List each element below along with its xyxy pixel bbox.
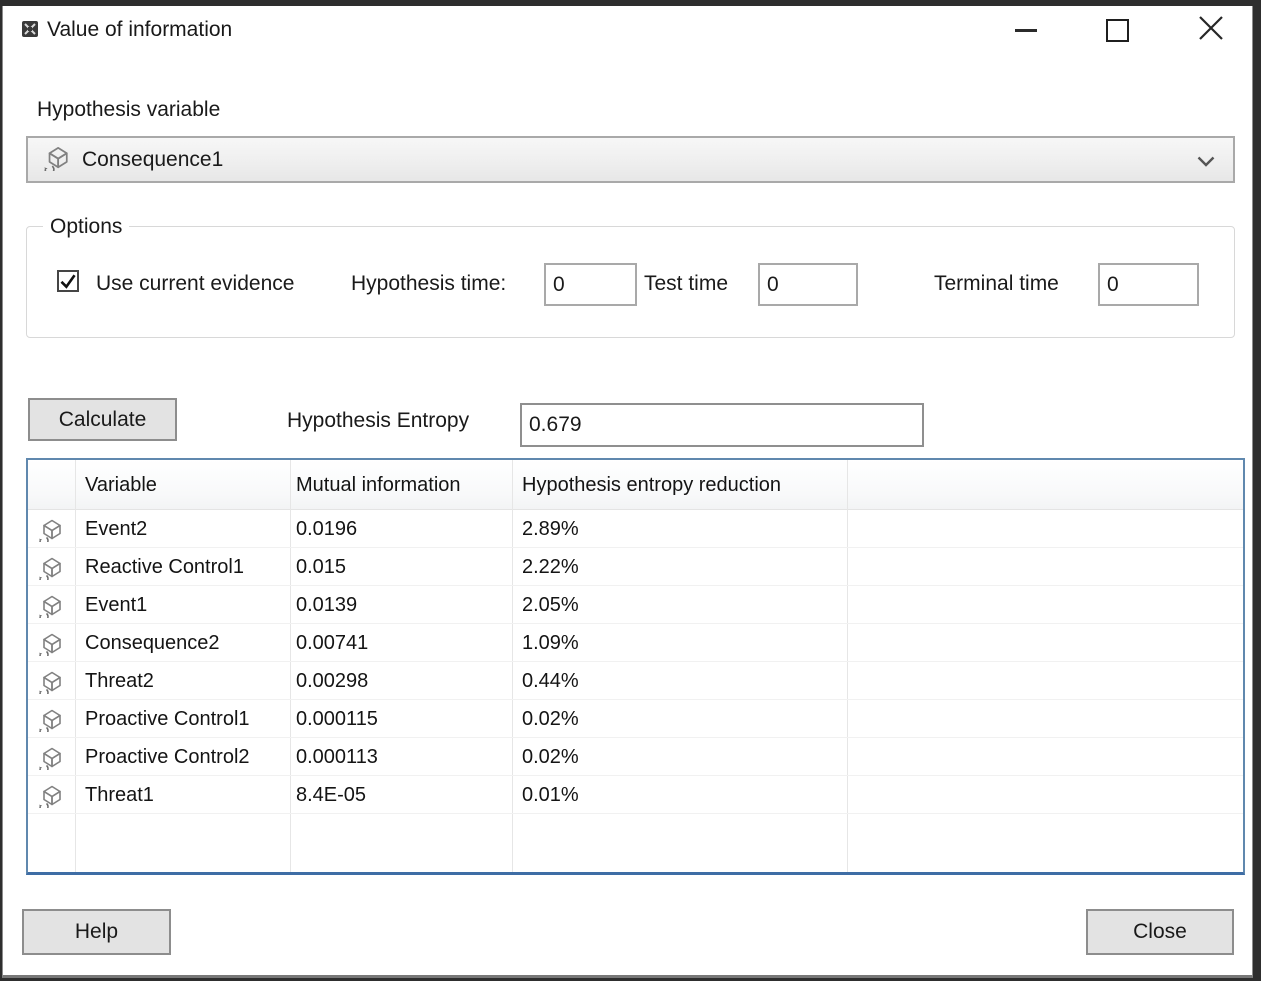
hypothesis-time-input[interactable] [544,263,637,306]
cell-mutual-information: 0.015 [296,554,346,580]
check-icon [59,272,77,290]
cell-variable: Event2 [85,516,147,542]
cell-entropy-reduction: 2.89% [522,516,579,542]
hypothesis-variable-label: Hypothesis variable [37,97,220,123]
cell-entropy-reduction: 0.02% [522,744,579,770]
test-time-label: Test time [644,271,728,297]
cell-variable: Threat1 [85,782,154,808]
close-button[interactable]: Close [1086,909,1234,955]
table-row[interactable]: Reactive Control1 0.015 2.22% [28,548,1243,586]
maximize-button[interactable] [1087,8,1147,52]
chance-node-icon [37,630,63,661]
chance-node-icon [37,744,63,775]
table-row[interactable]: Consequence2 0.00741 1.09% [28,624,1243,662]
maximize-icon [1106,19,1129,42]
use-current-evidence-checkbox[interactable] [57,270,79,292]
results-table: Variable Mutual information Hypothesis e… [26,458,1245,875]
hypothesis-entropy-label: Hypothesis Entropy [287,408,469,434]
cell-variable: Proactive Control2 [85,744,250,770]
cell-variable: Consequence2 [85,630,220,656]
cell-variable: Threat2 [85,668,154,694]
options-groupbox: Options Use current evidence Hypothesis … [26,226,1235,338]
cell-entropy-reduction: 0.01% [522,782,579,808]
cell-entropy-reduction: 2.22% [522,554,579,580]
table-row[interactable]: Threat2 0.00298 0.44% [28,662,1243,700]
calculate-button[interactable]: Calculate [28,398,177,441]
cell-mutual-information: 0.0139 [296,592,357,618]
chance-node-icon [37,554,63,585]
cell-variable: Proactive Control1 [85,706,250,732]
use-current-evidence-label: Use current evidence [96,271,294,297]
chance-node-icon [37,668,63,699]
cell-mutual-information: 0.000113 [296,744,378,770]
hypothesis-entropy-field[interactable] [520,403,924,447]
close-icon [1198,15,1224,46]
chance-node-icon [37,516,63,547]
results-table-header: Variable Mutual information Hypothesis e… [28,460,1243,510]
column-header-mutual-information[interactable]: Mutual information [296,472,461,498]
minimize-button[interactable] [996,8,1056,52]
options-legend: Options [43,213,129,240]
column-header-variable[interactable]: Variable [85,472,157,498]
test-time-input[interactable] [758,263,858,306]
cell-mutual-information: 0.00298 [296,668,368,694]
table-row[interactable]: Event1 0.0139 2.05% [28,586,1243,624]
close-window-button[interactable] [1181,8,1241,52]
cell-entropy-reduction: 1.09% [522,630,579,656]
chance-node-icon [37,592,63,623]
help-button[interactable]: Help [22,909,171,955]
table-row[interactable]: Proactive Control1 0.000115 0.02% [28,700,1243,738]
chance-node-icon [37,782,63,813]
cell-mutual-information: 0.0196 [296,516,357,542]
hypothesis-time-label: Hypothesis time: [351,271,506,297]
table-row[interactable]: Proactive Control2 0.000113 0.02% [28,738,1243,776]
cell-mutual-information: 0.00741 [296,630,368,656]
cell-variable: Reactive Control1 [85,554,244,580]
hypothesis-variable-select[interactable]: Consequence1 [26,136,1235,183]
cell-entropy-reduction: 0.44% [522,668,579,694]
cell-entropy-reduction: 2.05% [522,592,579,618]
table-row[interactable]: Threat1 8.4E-05 0.01% [28,776,1243,814]
minimize-icon [1015,29,1037,32]
chance-node-icon [42,143,70,176]
column-header-entropy-reduction[interactable]: Hypothesis entropy reduction [522,472,781,498]
cell-variable: Event1 [85,592,147,618]
chevron-down-icon [1197,155,1215,173]
cell-mutual-information: 0.000115 [296,706,378,732]
terminal-time-input[interactable] [1098,263,1199,306]
terminal-time-label: Terminal time [934,271,1059,297]
hypothesis-variable-value: Consequence1 [82,148,223,172]
cell-entropy-reduction: 0.02% [522,706,579,732]
screen: Value of information Hypothesis variable… [0,0,1261,981]
cell-mutual-information: 8.4E-05 [296,782,366,808]
table-row[interactable]: Event2 0.0196 2.89% [28,510,1243,548]
chance-node-icon [37,706,63,737]
window-title: Value of information [47,16,232,44]
app-icon [21,20,39,43]
